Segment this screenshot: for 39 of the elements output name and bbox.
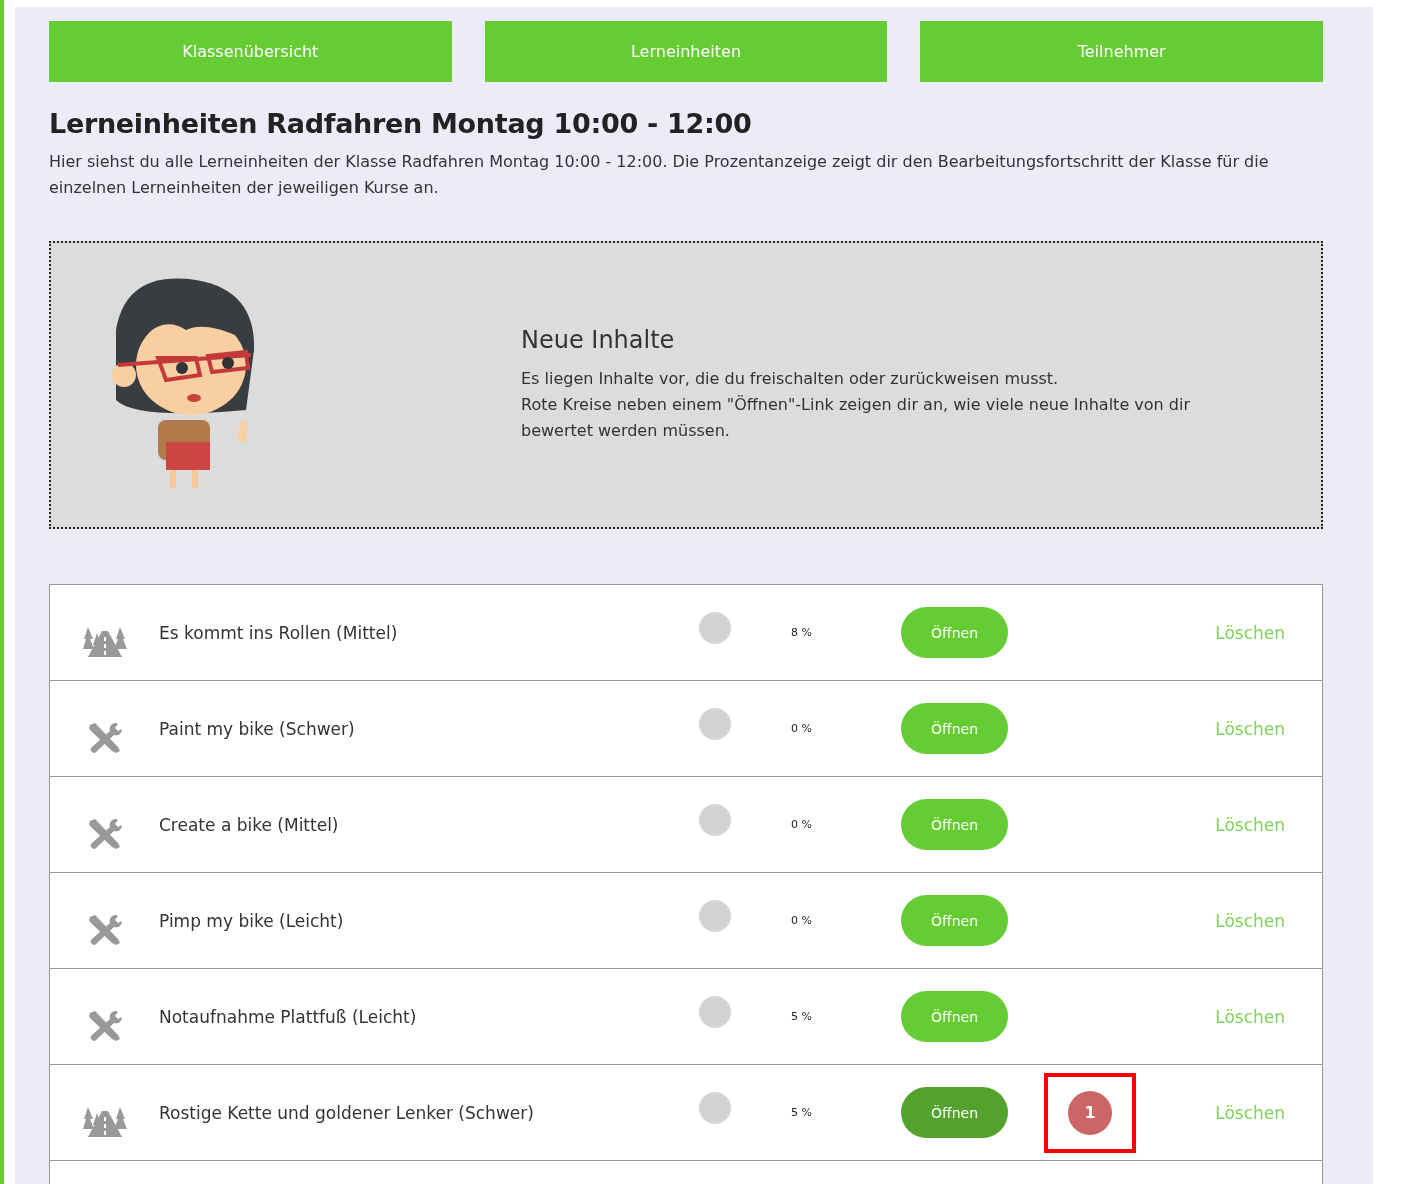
unit-title: Notaufnahme Plattfuß (Leicht) bbox=[159, 1006, 418, 1027]
progress-percent: 5 % bbox=[791, 1106, 813, 1119]
unit-title: Es kommt ins Rollen (Mittel) bbox=[159, 622, 399, 643]
nav-tab[interactable]: Klassenübersicht bbox=[49, 21, 452, 82]
open-button[interactable]: Öffnen bbox=[901, 703, 1008, 754]
open-button[interactable]: Öffnen bbox=[901, 607, 1008, 658]
status-circle bbox=[699, 803, 731, 836]
progress-percent: 5 % bbox=[791, 1010, 813, 1023]
open-button[interactable]: Öffnen bbox=[901, 799, 1008, 850]
open-button[interactable]: Öffnen bbox=[901, 991, 1008, 1042]
count-badge: 1 bbox=[1068, 1090, 1112, 1135]
open-button[interactable]: Öffnen bbox=[901, 1087, 1008, 1138]
unit-title: Rostige Kette und goldener Lenker (Schwer) bbox=[159, 1102, 535, 1123]
status-circle bbox=[699, 899, 731, 932]
delete-link[interactable]: Löschen bbox=[1215, 718, 1285, 739]
intro-text: Hier siehst du alle Lerneinheiten der Klasse Radfahren Montag 10:00 - 12:00. Die Prozentanzeige zeigt dir den Bearbeitungsfortschritt der Klasse für die einzelnen Lerneinheiten der jeweiligen Kurse an. bbox=[49, 151, 1270, 199]
status-circle bbox=[699, 707, 731, 740]
nav-tab[interactable]: Lerneinheiten bbox=[484, 21, 888, 82]
open-button[interactable]: Öffnen bbox=[901, 895, 1008, 946]
nav-tab[interactable]: Teilnehmer bbox=[920, 21, 1323, 82]
progress-percent: 0 % bbox=[791, 818, 813, 831]
unit-title: Create a bike (Mittel) bbox=[159, 814, 340, 835]
delete-link[interactable]: Löschen bbox=[1215, 622, 1285, 643]
notice-text: Rote Kreise neben einem "Öffnen"-Link zeigen dir an, wie viele neue Inhalte von dir bewertet werden müssen. bbox=[521, 394, 1191, 442]
progress-percent: 8 % bbox=[791, 626, 813, 639]
unit-title: Pimp my bike (Leicht) bbox=[159, 910, 345, 931]
progress-percent: 0 % bbox=[791, 914, 813, 927]
delete-link[interactable]: Löschen bbox=[1215, 1102, 1285, 1123]
delete-link[interactable]: Löschen bbox=[1215, 910, 1285, 931]
status-circle bbox=[699, 611, 731, 644]
page-heading: Lerneinheiten Radfahren Montag 10:00 - 12:00 bbox=[49, 108, 753, 139]
notice-text: Es liegen Inhalte vor, die du freischalten oder zurückweisen musst. bbox=[521, 368, 1060, 390]
delete-link[interactable]: Löschen bbox=[1215, 814, 1285, 835]
progress-percent: 0 % bbox=[791, 722, 813, 735]
delete-link[interactable]: Löschen bbox=[1215, 1006, 1285, 1027]
unit-title: Paint my bike (Schwer) bbox=[159, 718, 356, 739]
status-circle bbox=[699, 995, 731, 1028]
status-circle bbox=[699, 1091, 731, 1124]
notice-title: Neue Inhalte bbox=[521, 326, 676, 354]
